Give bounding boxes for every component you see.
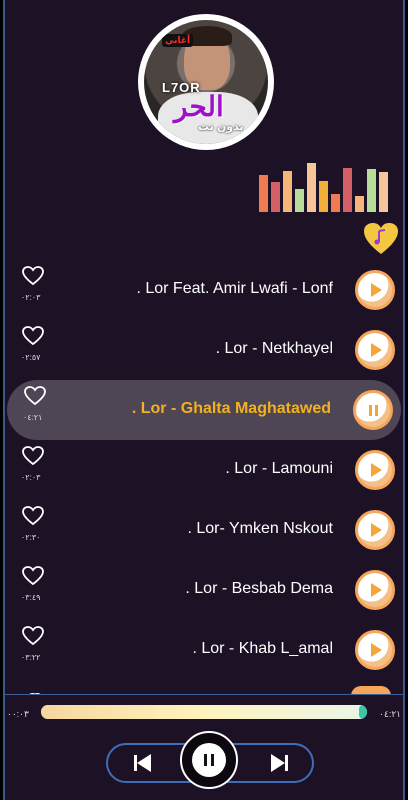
pause-button[interactable]: [180, 731, 238, 789]
track-duration: ٠٢:٥٧: [21, 353, 41, 362]
track-play-button[interactable]: [355, 450, 395, 490]
track-title: . Lor Feat. Amir Lwafi - Lonf: [136, 280, 333, 297]
equalizer-bar: [271, 182, 280, 212]
play-icon: [371, 643, 382, 657]
heart-outline-icon[interactable]: [22, 326, 44, 346]
equalizer-bar: [355, 196, 364, 212]
skip-next-icon: [270, 754, 288, 772]
track-title: . Lor- Ymken Nskout: [187, 520, 333, 537]
album-tag-text: أغاني: [162, 34, 194, 47]
track-duration: ٠٣:٤٩: [21, 593, 41, 602]
track-duration: ٠٢:٠٣: [21, 293, 41, 302]
track-row[interactable]: ٠٢:٥٧ . Lor - Netkhayel: [5, 320, 403, 380]
album-title-big: الحر: [174, 90, 224, 123]
pause-icon: [368, 404, 378, 416]
current-time: ٠٠:٠٣: [7, 709, 29, 719]
track-play-button[interactable]: [355, 270, 395, 310]
next-button[interactable]: [245, 743, 313, 783]
pause-icon: [192, 743, 226, 777]
play-icon: [371, 583, 382, 597]
heart-outline-icon[interactable]: [22, 566, 44, 586]
app-screen: أغاني L7OR الحر بدون نت ٠٢:٠٣ . Lor Feat…: [3, 0, 405, 800]
track-title: . Lor - Netkhayel: [215, 340, 333, 357]
player-bar: ٠٠:٠٣ ٠٤:٢١: [5, 694, 403, 800]
equalizer-bar: [283, 171, 292, 212]
track-row[interactable]: ٠٢:٠٣ . Lor Feat. Amir Lwafi - Lonf: [5, 260, 403, 320]
track-play-button[interactable]: [355, 630, 395, 670]
track-title: . Lor - Besbab Dema: [185, 580, 333, 597]
track-row[interactable]: ٠٤:٢١ . Lor - Ghalta Maghatawed: [7, 380, 401, 440]
play-icon: [371, 343, 382, 357]
heart-outline-icon[interactable]: [22, 266, 44, 286]
equalizer-bar: [331, 194, 340, 212]
track-list: ٠٢:٠٣ . Lor Feat. Amir Lwafi - Lonf ٠٢:٥…: [5, 260, 403, 680]
equalizer-bar: [295, 189, 304, 212]
total-time: ٠٤:٢١: [379, 709, 401, 719]
seek-bar-handle[interactable]: [359, 705, 367, 719]
track-duration: ٠٢:٠٣: [21, 473, 41, 482]
skip-previous-icon: [133, 754, 151, 772]
equalizer-bar: [259, 175, 268, 212]
track-row[interactable]: ٠٢:٠٣ . Lor - Lamouni: [5, 440, 403, 500]
heart-outline-icon[interactable]: [22, 626, 44, 646]
track-row[interactable]: ٠٢:٣٠ . Lor- Ymken Nskout: [5, 500, 403, 560]
track-row[interactable]: ٠٣:٢٢ . Lor - Khab L_amal: [5, 620, 403, 680]
heart-outline-icon[interactable]: [22, 446, 44, 466]
track-play-button[interactable]: [355, 330, 395, 370]
play-icon: [371, 523, 382, 537]
album-title-small: بدون نت: [198, 121, 244, 133]
equalizer-bar: [319, 181, 328, 212]
track-row[interactable]: ٠٣:٤٩ . Lor - Besbab Dema: [5, 560, 403, 620]
equalizer-bar: [343, 168, 352, 212]
track-title: . Lor - Khab L_amal: [192, 640, 333, 657]
track-duration: ٠٤:٢١: [23, 413, 43, 422]
heart-outline-icon[interactable]: [22, 506, 44, 526]
seek-bar[interactable]: [41, 705, 367, 719]
play-icon: [371, 283, 382, 297]
equalizer-bar: [307, 163, 316, 212]
track-duration: ٠٣:٢٢: [21, 653, 41, 662]
track-title: . Lor - Lamouni: [225, 460, 333, 477]
music-heart-icon[interactable]: [363, 222, 399, 256]
equalizer-bar: [367, 169, 376, 212]
track-play-button[interactable]: [355, 510, 395, 550]
album-cover: أغاني L7OR الحر بدون نت: [138, 14, 274, 150]
previous-button[interactable]: [108, 743, 176, 783]
track-duration: ٠٢:٣٠: [21, 533, 41, 542]
album-artwork: أغاني L7OR الحر بدون نت: [144, 20, 268, 144]
track-title: . Lor - Ghalta Maghatawed: [131, 400, 331, 417]
heart-outline-icon[interactable]: [24, 386, 46, 406]
track-play-button[interactable]: [355, 570, 395, 610]
equalizer-visualizer: [259, 160, 399, 212]
equalizer-bar: [379, 172, 388, 212]
seek-bar-fill: [41, 705, 364, 719]
track-pause-button[interactable]: [353, 390, 393, 430]
play-icon: [371, 463, 382, 477]
